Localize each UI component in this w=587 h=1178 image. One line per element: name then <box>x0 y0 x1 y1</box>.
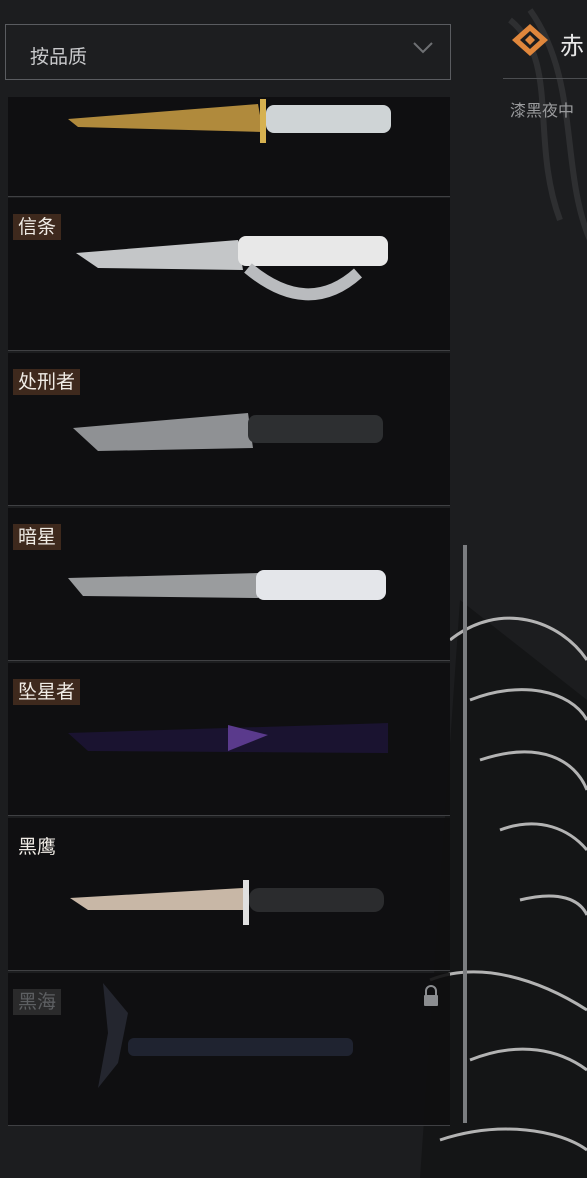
chevron-down-icon <box>413 42 433 54</box>
skin-title: 赤 <box>560 32 584 60</box>
executioner-knife-icon <box>73 413 383 451</box>
star-breaker-knife-icon <box>68 723 388 753</box>
knuckle-knife-icon <box>76 236 388 301</box>
skin-description: 漆黑夜中 <box>510 101 575 120</box>
rarity-diamond-icon <box>512 24 548 56</box>
sort-dropdown-label: 按品质 <box>30 46 88 68</box>
knife-card[interactable] <box>8 97 450 197</box>
knife-card[interactable]: 黑海 <box>8 973 450 1126</box>
black-hawk-knife-icon <box>70 880 384 925</box>
list-scrollbar[interactable] <box>463 545 467 1123</box>
knife-card[interactable]: 信条 <box>8 198 450 351</box>
knife-card[interactable]: 黑鹰 <box>8 818 450 971</box>
knife-card[interactable]: 坠星者 <box>8 663 450 816</box>
gold-bowie-knife-icon <box>68 99 391 143</box>
knife-card[interactable]: 处刑者 <box>8 353 450 506</box>
quality-sort-dropdown[interactable]: 按品质 <box>5 24 451 80</box>
knife-card[interactable]: 暗星 <box>8 508 450 661</box>
title-divider <box>503 78 587 79</box>
dark-star-knife-icon <box>68 570 386 600</box>
black-sea-axe-icon <box>98 983 353 1088</box>
